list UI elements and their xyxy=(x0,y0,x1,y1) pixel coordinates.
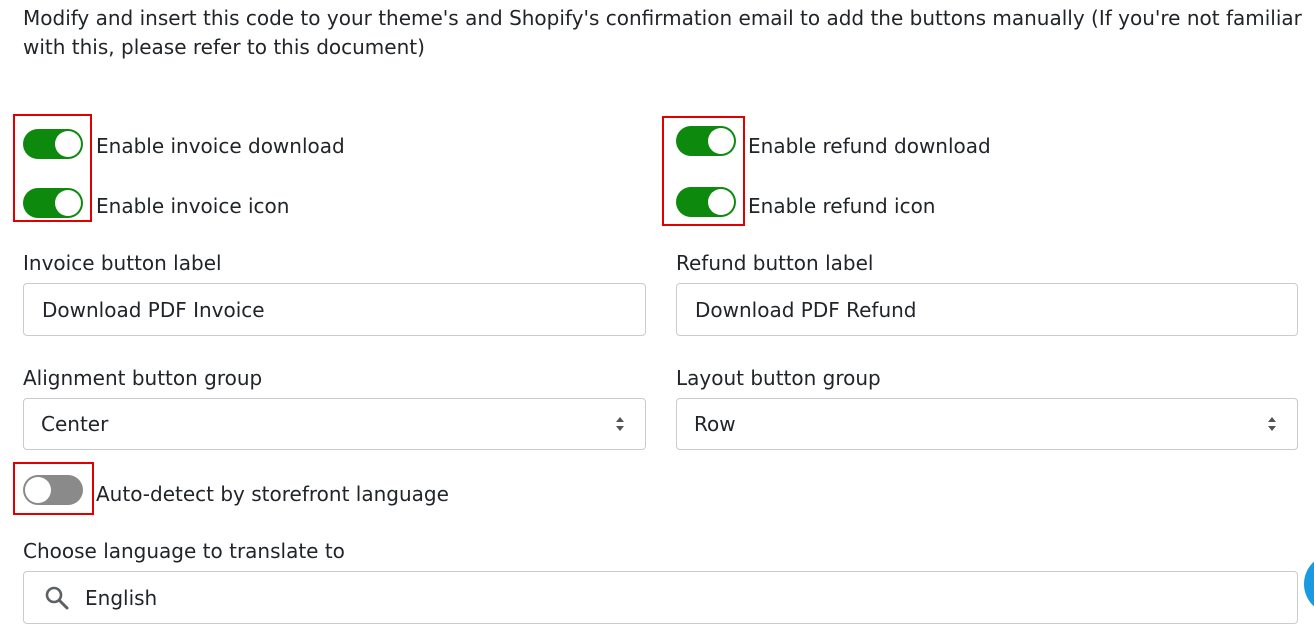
refund-download-toggle[interactable] xyxy=(676,126,736,156)
refund-icon-toggle[interactable] xyxy=(676,187,736,217)
auto-detect-toggle[interactable] xyxy=(23,475,83,505)
settings-page: Modify and insert this code to your them… xyxy=(0,0,1314,630)
invoice-icon-toggle[interactable] xyxy=(23,188,83,218)
language-search-input[interactable]: English xyxy=(23,571,1298,624)
auto-detect-label: Auto-detect by storefront language xyxy=(96,482,449,506)
select-arrows-icon xyxy=(616,417,624,431)
refund-download-label: Enable refund download xyxy=(748,134,991,158)
search-icon xyxy=(45,586,69,609)
invoice-button-label-input[interactable]: Download PDF Invoice xyxy=(23,283,646,336)
language-select-label: Choose language to translate to xyxy=(23,539,345,563)
chat-badge[interactable] xyxy=(1304,554,1314,614)
refund-button-label-value: Download PDF Refund xyxy=(695,297,917,322)
toggle-knob xyxy=(55,190,81,216)
toggle-knob xyxy=(55,131,81,157)
toggle-knob xyxy=(708,189,734,215)
instructions-text: Modify and insert this code to your them… xyxy=(23,6,1302,59)
alignment-select-label: Alignment button group xyxy=(23,366,263,390)
refund-button-label-input[interactable]: Download PDF Refund xyxy=(676,283,1298,336)
invoice-icon-label: Enable invoice icon xyxy=(96,194,290,218)
invoice-download-label: Enable invoice download xyxy=(96,134,345,158)
layout-select-value: Row xyxy=(694,412,736,436)
invoice-button-label-value: Download PDF Invoice xyxy=(42,297,265,322)
refund-icon-label: Enable refund icon xyxy=(748,194,936,218)
toggle-knob xyxy=(25,477,51,503)
language-value: English xyxy=(85,585,158,610)
alignment-select[interactable]: Center xyxy=(23,398,646,450)
layout-select[interactable]: Row xyxy=(676,398,1298,450)
alignment-select-value: Center xyxy=(41,412,109,436)
toggle-knob xyxy=(708,128,734,154)
select-arrows-icon xyxy=(1268,417,1276,431)
layout-select-label: Layout button group xyxy=(676,366,881,390)
refund-button-label-title: Refund button label xyxy=(676,251,874,275)
invoice-download-toggle[interactable] xyxy=(23,129,83,159)
invoice-button-label-title: Invoice button label xyxy=(23,251,222,275)
